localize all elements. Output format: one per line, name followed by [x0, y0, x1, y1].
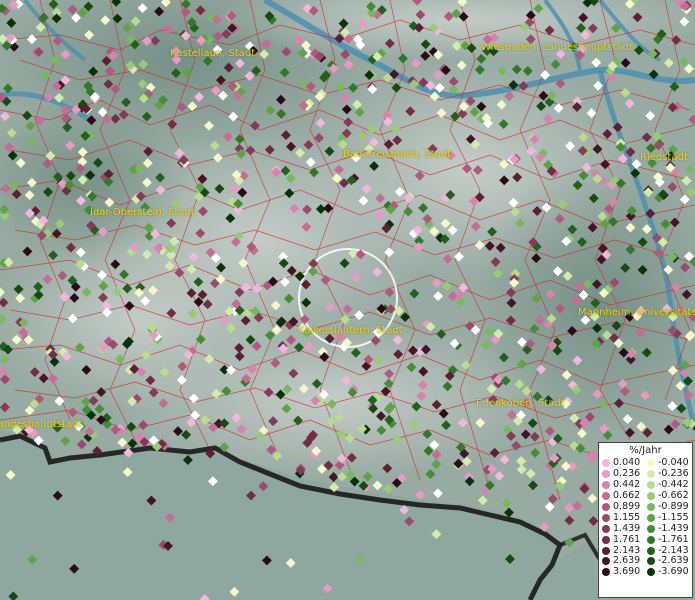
legend-entry: -0.040 — [647, 458, 692, 469]
legend-swatch — [647, 470, 655, 479]
legend-entry: -1.439 — [647, 523, 692, 534]
legend-value: -0.442 — [658, 479, 689, 491]
legend-swatch — [647, 503, 655, 511]
city-label-kaiserslautern: Kaiserslautern, Stadt — [298, 325, 403, 336]
city-label-landeshauptstadt: Landeshauptstadt — [0, 419, 83, 430]
legend-value: -0.236 — [658, 468, 689, 480]
legend-entry: 0.236 — [602, 469, 647, 480]
legend-negative-column: -0.040 -0.236 -0.442 -0.662 -0.899 -1.155 -1.4… — [647, 458, 692, 578]
legend-swatch — [602, 546, 610, 555]
city-label-kastellaun: Kastellaun, Stadt — [170, 48, 256, 59]
city-label-riedstadt: Riedstadt — [640, 152, 688, 163]
legend-value: 2.639 — [613, 555, 641, 567]
legend-entry: 2.143 — [602, 545, 647, 556]
city-label-mannheim: Mannheim, Universitätsstadt — [578, 307, 695, 318]
legend-entry: 0.899 — [602, 502, 647, 513]
legend-swatch — [647, 513, 655, 522]
legend-entry: 3.690 — [602, 567, 647, 578]
legend-swatch — [602, 513, 610, 522]
legend-swatch — [647, 535, 655, 544]
legend-entry: 1.761 — [602, 534, 647, 545]
legend-value: -1.761 — [658, 533, 689, 545]
legend-entry: 1.439 — [602, 523, 647, 534]
legend-entry: 0.442 — [602, 480, 647, 491]
legend-value: 1.761 — [613, 533, 641, 545]
legend-entry: -0.662 — [647, 491, 692, 502]
legend-swatch — [647, 492, 655, 501]
legend-entry: 2.639 — [602, 556, 647, 567]
legend-swatch — [602, 535, 610, 544]
legend-entry: -1.761 — [647, 534, 692, 545]
legend-value: 0.442 — [613, 479, 641, 491]
map-legend: %/Jahr 0.040 0.236 0.442 0.662 0.899 1.155 1.4… — [598, 442, 693, 598]
legend-value: 0.899 — [613, 501, 641, 512]
legend-entry: -0.236 — [647, 469, 692, 480]
city-label-wiesbaden: Wiesbaden, Landeshauptstadt — [481, 42, 633, 53]
legend-swatch — [602, 459, 610, 468]
city-label-idar-oberstein: Idar-Oberstein, Stadt — [90, 207, 195, 218]
terrain-layer — [0, 0, 695, 600]
legend-swatch — [647, 557, 655, 566]
legend-entry: -2.639 — [647, 556, 692, 567]
legend-title: %/Jahr — [629, 445, 662, 456]
legend-swatch — [602, 503, 610, 511]
legend-value: 1.439 — [613, 522, 641, 534]
legend-swatch — [602, 568, 610, 577]
legend-entry: 0.040 — [602, 458, 647, 469]
legend-value: 0.236 — [613, 468, 641, 480]
legend-entry: -3.690 — [647, 567, 692, 578]
legend-value: -2.639 — [658, 555, 689, 567]
legend-value: -0.662 — [658, 490, 689, 502]
legend-swatch — [647, 568, 655, 577]
legend-entry: 0.662 — [602, 491, 647, 502]
legend-swatch — [647, 481, 655, 490]
legend-value: 0.040 — [613, 457, 641, 469]
legend-value: -2.143 — [658, 544, 689, 556]
map-canvas[interactable]: Kastellaun, Stadt Wiesbaden, Landeshaupt… — [0, 0, 695, 600]
legend-value: -0.899 — [658, 501, 689, 512]
legend-value: -1.439 — [658, 522, 689, 534]
legend-swatch — [602, 470, 610, 479]
legend-value: 1.155 — [613, 511, 641, 523]
legend-swatch — [602, 524, 610, 533]
legend-swatch — [602, 492, 610, 501]
city-label-edenkoben: Edenkoben, Stadt — [476, 398, 565, 409]
city-label-bad-kreuznach: Bad Kreuznach, Stadt — [343, 149, 452, 160]
legend-entry: 1.155 — [602, 512, 647, 523]
legend-value: 3.690 — [613, 566, 641, 578]
legend-entry: -1.155 — [647, 512, 692, 523]
legend-swatch — [602, 481, 610, 490]
legend-value: 0.662 — [613, 490, 641, 502]
legend-swatch — [647, 524, 655, 533]
legend-swatch — [647, 546, 655, 555]
legend-value: -0.040 — [658, 457, 689, 469]
legend-swatch — [647, 459, 655, 468]
legend-entry: -0.442 — [647, 480, 692, 491]
legend-value: 2.143 — [613, 544, 641, 556]
legend-swatch — [602, 557, 610, 566]
legend-entry: -2.143 — [647, 545, 692, 556]
legend-value: -1.155 — [658, 511, 689, 523]
legend-positive-column: 0.040 0.236 0.442 0.662 0.899 1.155 1.439 1.761… — [602, 458, 647, 578]
legend-value: -3.690 — [658, 566, 689, 578]
legend-entry: -0.899 — [647, 502, 692, 513]
